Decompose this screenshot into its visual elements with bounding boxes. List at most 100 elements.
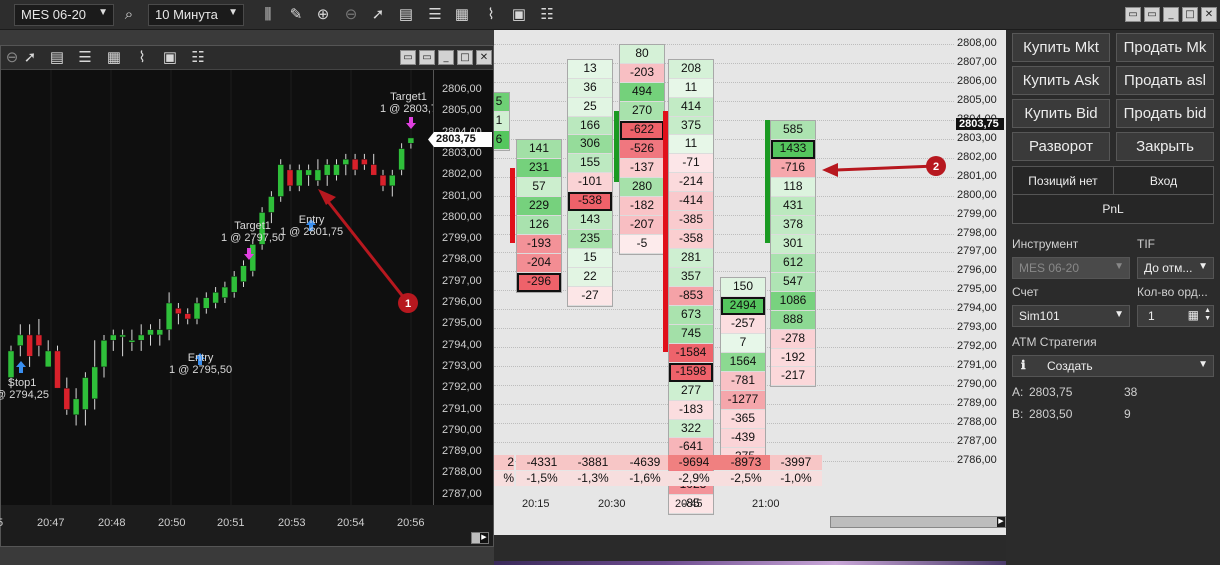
order-list-icon[interactable]: ☷ bbox=[187, 47, 209, 69]
ladder-time-label: 20:45 bbox=[675, 498, 703, 510]
footprint-cell: 1086 bbox=[771, 291, 815, 311]
ladder-price-label: 2795,00 bbox=[957, 283, 997, 296]
ladder-price-label: 2803,75 bbox=[956, 117, 1004, 130]
info-icon: ℹ bbox=[1021, 358, 1026, 372]
window-tile-icon[interactable]: ▭ bbox=[1125, 7, 1141, 22]
footprint-column[interactable]: 13 36 25 166 306 155 -101 -538 143 235 15 22 -27 bbox=[567, 58, 613, 307]
maximize-icon[interactable]: □ bbox=[457, 50, 473, 65]
close-icon[interactable]: ✕ bbox=[476, 50, 492, 65]
target-label-1-price: 1 @ 2797,50 bbox=[221, 232, 285, 244]
strategies-icon[interactable]: ⌇ bbox=[480, 4, 502, 26]
footprint-cell: -716 bbox=[771, 159, 815, 179]
candle-up bbox=[314, 169, 322, 181]
data-box-icon[interactable]: ▤ bbox=[46, 47, 68, 69]
reverse-button[interactable]: Разворот bbox=[1012, 132, 1110, 161]
properties-icon[interactable]: ☰ bbox=[424, 4, 446, 26]
ladder-price-label: 2796,00 bbox=[957, 264, 997, 277]
candle-up bbox=[389, 174, 396, 187]
ladder-price-label: 2805,00 bbox=[957, 93, 997, 106]
bar-type-icon[interactable]: ⫼ bbox=[257, 4, 279, 26]
candle-down bbox=[286, 169, 294, 187]
scroll-right-icon[interactable]: ▶ bbox=[480, 533, 488, 543]
search-icon[interactable]: ⌕ bbox=[118, 4, 140, 26]
instrument-field-value: MES 06-20 bbox=[1019, 261, 1080, 275]
candlestick-plot[interactable]: Stop1 @ 2794,25 Entry 1 @ 2795,50 Target1 1… bbox=[0, 70, 437, 505]
buy-ask-button[interactable]: Купить Ask bbox=[1012, 66, 1110, 95]
chart-window[interactable]: ⊖ ➚ ▤ ☰ ▦ ⌇ ▣ ☷ ▭ ▭ _ □ ✕ Stop1 @ 2794,25… bbox=[0, 45, 494, 547]
candle-up bbox=[72, 398, 80, 416]
candle-up bbox=[17, 334, 24, 346]
footprint-cell: 281 bbox=[669, 249, 713, 268]
minimize-icon[interactable]: _ bbox=[438, 50, 454, 65]
gridline bbox=[494, 176, 954, 178]
chart-price-label: 2791,00 bbox=[442, 402, 482, 415]
indicators-icon[interactable]: ▦ bbox=[451, 4, 473, 26]
chart-price-label: 2794,00 bbox=[442, 338, 482, 351]
account-select[interactable]: Sim101 ▼ bbox=[1012, 305, 1130, 327]
footprint-chart[interactable]: 2808,002807,002806,002805,002804,002803,… bbox=[472, 30, 1006, 535]
column-delta-percent: -2,5% bbox=[720, 471, 772, 486]
analyzer-icon[interactable]: ▣ bbox=[159, 47, 181, 69]
maximize-icon[interactable]: □ bbox=[1182, 7, 1198, 22]
candle-down bbox=[370, 164, 377, 176]
footprint-column[interactable]: 141 231 57 229 126 -193 -204 -296 bbox=[516, 139, 562, 293]
chart-price-axis[interactable]: 2806,00 2805,00 2804,00 2803,00 2802,00 2801,… bbox=[428, 70, 493, 505]
chart-scrollbar[interactable]: ▶ bbox=[471, 532, 489, 544]
chart-window-toolbar: ⊖ ➚ ▤ ☰ ▦ ⌇ ▣ ☷ ▭ ▭ _ □ ✕ bbox=[1, 46, 493, 70]
horizontal-scrollbar[interactable]: ▶ bbox=[830, 516, 1006, 528]
interval-select[interactable]: 10 Минута ▼ bbox=[148, 4, 244, 26]
column-delta-total: -4639 bbox=[619, 455, 671, 470]
chevron-down-icon: ▼ bbox=[98, 7, 108, 18]
tif-select[interactable]: До отм... ▼ bbox=[1137, 257, 1214, 279]
ask-size: 38 bbox=[1124, 385, 1138, 399]
pointer-icon[interactable]: ➚ bbox=[367, 4, 389, 26]
close-icon[interactable]: ✕ bbox=[1201, 7, 1217, 22]
instrument-select[interactable]: MES 06-20 ▼ bbox=[14, 4, 114, 26]
chart-price-label: 2798,00 bbox=[442, 253, 482, 266]
footprint-cell: 494 bbox=[620, 83, 664, 103]
footprint-column[interactable]: 208 11 414 375 11 -71 -214 -414 -385 -358 281 357 -8… bbox=[668, 58, 714, 516]
analyzer-icon[interactable]: ▣ bbox=[508, 4, 530, 26]
zoom-in-icon[interactable]: ⊕ bbox=[312, 4, 334, 26]
sell-market-button[interactable]: Продать Mk bbox=[1116, 33, 1214, 62]
atm-strategy-select[interactable]: ℹ Создать ▼ bbox=[1012, 355, 1214, 377]
ladder-price-label: 2791,00 bbox=[957, 359, 997, 372]
buy-bid-button[interactable]: Купить Bid bbox=[1012, 99, 1110, 128]
data-box-icon[interactable]: ▤ bbox=[395, 4, 417, 26]
window-pin-icon[interactable]: ▭ bbox=[419, 50, 435, 65]
footprint-cell: 301 bbox=[771, 234, 815, 254]
minimize-icon[interactable]: _ bbox=[1163, 7, 1179, 22]
candle-up bbox=[342, 158, 350, 165]
chart-price-label: 2788,00 bbox=[442, 466, 482, 479]
window-tile-icon[interactable]: ▭ bbox=[400, 50, 416, 65]
sell-bid-button[interactable]: Продать bid bbox=[1116, 99, 1214, 128]
buy-market-button[interactable]: Купить Mkt bbox=[1012, 33, 1110, 62]
footprint-cell: -781 bbox=[721, 372, 765, 392]
footprint-column[interactable]: 585 1433 -716 118 431 378 301 612 547 1086 888 -278… bbox=[770, 120, 816, 388]
close-position-button[interactable]: Закрыть bbox=[1116, 132, 1214, 161]
chart-price-label: 2797,00 bbox=[442, 274, 482, 287]
draw-tool-icon[interactable]: ✎ bbox=[285, 4, 307, 26]
strategies-icon[interactable]: ⌇ bbox=[131, 47, 153, 69]
candlestick-svg bbox=[7, 70, 416, 505]
pointer-icon[interactable]: ➚ bbox=[19, 47, 41, 69]
candle-up bbox=[119, 334, 126, 338]
footprint-cell: 270 bbox=[620, 102, 664, 122]
order-list-icon[interactable]: ☷ bbox=[536, 4, 558, 26]
properties-icon[interactable]: ☰ bbox=[74, 47, 96, 69]
chart-price-label: 2799,00 bbox=[442, 232, 482, 245]
scroll-right-icon[interactable]: ▶ bbox=[997, 517, 1005, 527]
footprint-cell: 166 bbox=[568, 116, 612, 136]
footprint-cell: 36 bbox=[568, 78, 612, 98]
sell-ask-button[interactable]: Продать asl bbox=[1116, 66, 1214, 95]
window-pin-icon[interactable]: ▭ bbox=[1144, 7, 1160, 22]
footprint-column[interactable]: 1502494-25771564-781-1277-365-439-375 bbox=[720, 276, 766, 468]
indicators-icon[interactable]: ▦ bbox=[103, 47, 125, 69]
stepper-arrows-icon[interactable]: ▲ ▼ bbox=[1204, 307, 1211, 323]
calculator-icon[interactable]: ▦ bbox=[1188, 308, 1199, 322]
footprint-column[interactable]: 80 -203 494 270 -622 -526 -137 280 -182 -207 -5 bbox=[619, 44, 665, 255]
chevron-down-icon: ▼ bbox=[1198, 359, 1208, 370]
zoom-out-icon[interactable]: ⊖ bbox=[340, 4, 362, 26]
quantity-stepper[interactable]: 1 ▦ ▲ ▼ bbox=[1137, 305, 1214, 327]
instrument-field[interactable]: MES 06-20 ▼ bbox=[1012, 257, 1130, 279]
